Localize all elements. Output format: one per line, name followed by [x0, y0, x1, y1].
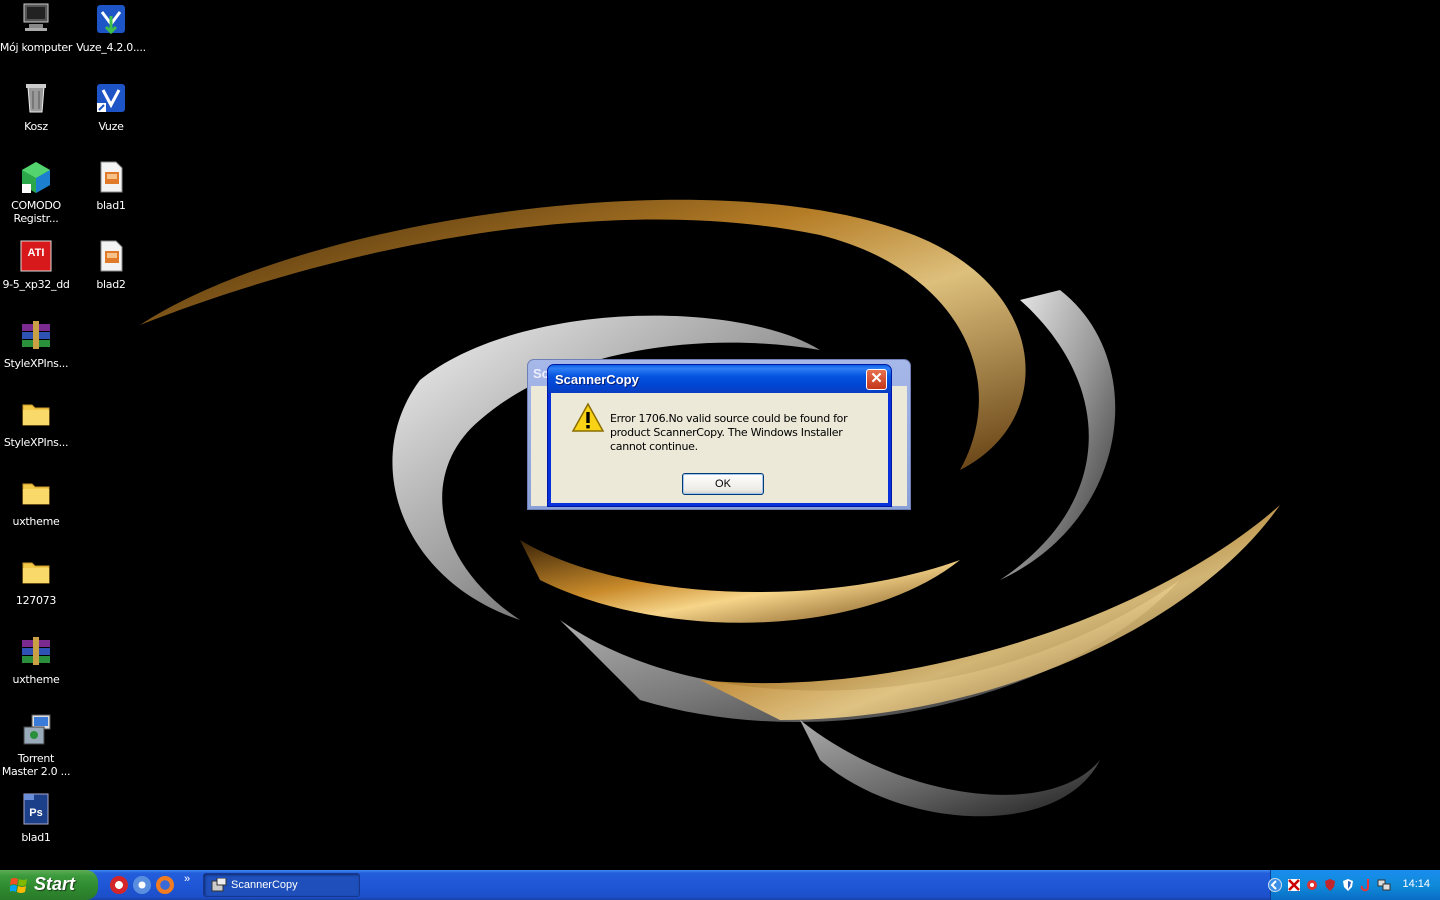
close-button[interactable]: ✕ [866, 369, 887, 390]
vuze-icon [94, 81, 128, 115]
error-message: Error 1706.No valid source could be foun… [610, 412, 848, 453]
desktop-icon-label: Kosz [24, 120, 48, 133]
ati-radeon-icon: ATI [19, 239, 53, 273]
hook-icon[interactable] [1359, 878, 1373, 892]
desktop-icon-vuze[interactable]: Vuze [74, 81, 148, 133]
image-file-icon [94, 160, 128, 194]
dialog-title: ScannerCopy [555, 372, 639, 387]
folder-icon [19, 476, 53, 510]
desktop-icon-recycle-bin[interactable]: Kosz [0, 81, 73, 133]
installer-icon [211, 878, 227, 892]
taskbar-button-scannercopy[interactable]: ScannerCopy [203, 873, 360, 897]
desktop-icon-label: Torrent Master 2.0 ... [1, 752, 71, 778]
winrar-archive-icon [19, 634, 53, 668]
ok-button[interactable]: OK [682, 473, 764, 495]
opera-icon[interactable] [110, 876, 128, 894]
media-player-icon[interactable] [133, 876, 151, 894]
error-dialog[interactable]: ScannerCopy ✕ Error 1706.No valid source… [547, 364, 892, 507]
windows-logo-icon [10, 878, 27, 893]
installer-icon [19, 713, 53, 747]
shield-icon[interactable] [1323, 878, 1337, 892]
desktop-icon-label: 9-5_xp32_dd [2, 278, 70, 291]
system-tray: 14:14 [1268, 870, 1440, 900]
desktop-icon-comodo[interactable]: COMODO Registr... [0, 160, 73, 225]
winrar-archive-icon [19, 318, 53, 352]
desktop-icon-label: StyleXPIns... [3, 357, 69, 370]
desktop-icon-label: blad2 [96, 278, 126, 291]
desktop-icon-ati-driver[interactable]: ATI 9-5_xp32_dd [0, 239, 73, 291]
desktop-icon-label: Vuze [98, 120, 124, 133]
desktop-icon-torrent-master[interactable]: Torrent Master 2.0 ... [0, 713, 73, 778]
desktop-icon-stylexp-archive[interactable]: StyleXPIns... [0, 318, 73, 370]
warning-icon [571, 402, 605, 432]
desktop-icon-uxtheme-folder[interactable]: uxtheme [0, 476, 73, 528]
desktop-icon-stylexp-folder[interactable]: StyleXPIns... [0, 397, 73, 449]
vuze-installer-icon [94, 2, 128, 36]
taskbar: Start » ScannerCopy 14:14 [0, 870, 1440, 900]
desktop-icon-127073-folder[interactable]: 127073 [0, 555, 73, 607]
desktop-icon-label: 127073 [15, 594, 57, 607]
desktop-icon-label: COMODO Registr... [11, 199, 61, 225]
desktop-icon-label: uxtheme [12, 673, 60, 686]
desktop-icon-label: blad1 [96, 199, 126, 212]
desktop-icon-label: Vuze_4.2.0.... [76, 41, 146, 54]
taskbar-button-label: ScannerCopy [231, 879, 298, 891]
start-label: Start [34, 874, 76, 894]
desktop-icon-blad1-psd[interactable]: Ps blad1 [0, 792, 73, 844]
desktop-icon-label: blad1 [21, 831, 51, 844]
dialog-body: Error 1706.No valid source could be foun… [551, 393, 888, 503]
desktop-icon-label: uxtheme [12, 515, 60, 528]
antivirus-icon[interactable] [1287, 878, 1301, 892]
image-file-icon [94, 239, 128, 273]
desktop-icon-vuze-installer[interactable]: Vuze_4.2.0.... [74, 2, 148, 54]
photoshop-file-icon: Ps [19, 792, 53, 826]
clock: 14:14 [1402, 878, 1430, 890]
desktop-icon-blad2-image[interactable]: blad2 [74, 239, 148, 291]
firefox-icon[interactable] [156, 876, 174, 894]
comodo-cube-icon [19, 160, 53, 194]
quick-launch-more-icon[interactable]: » [184, 873, 190, 885]
collapse-tray-icon[interactable] [1268, 878, 1282, 892]
network-icon[interactable] [1377, 878, 1391, 892]
folder-icon [19, 397, 53, 431]
desktop-icon-label: Mój komputer [0, 41, 73, 54]
svg-text:ATI: ATI [28, 247, 45, 259]
desktop-icon-label: StyleXPIns... [3, 436, 69, 449]
gear-icon[interactable] [1305, 878, 1319, 892]
dialog-titlebar[interactable]: ScannerCopy ✕ [548, 365, 891, 393]
desktop-icon-blad1-image[interactable]: blad1 [74, 160, 148, 212]
desktop-icon-uxtheme-archive[interactable]: uxtheme [0, 634, 73, 686]
svg-text:Ps: Ps [29, 807, 42, 819]
computer-icon [19, 2, 53, 36]
desktop-icon-my-computer[interactable]: Mój komputer [0, 2, 73, 54]
folder-icon [19, 555, 53, 589]
recycle-bin-icon [19, 81, 53, 115]
start-button[interactable]: Start [0, 870, 98, 900]
security-shield-icon[interactable] [1341, 878, 1355, 892]
